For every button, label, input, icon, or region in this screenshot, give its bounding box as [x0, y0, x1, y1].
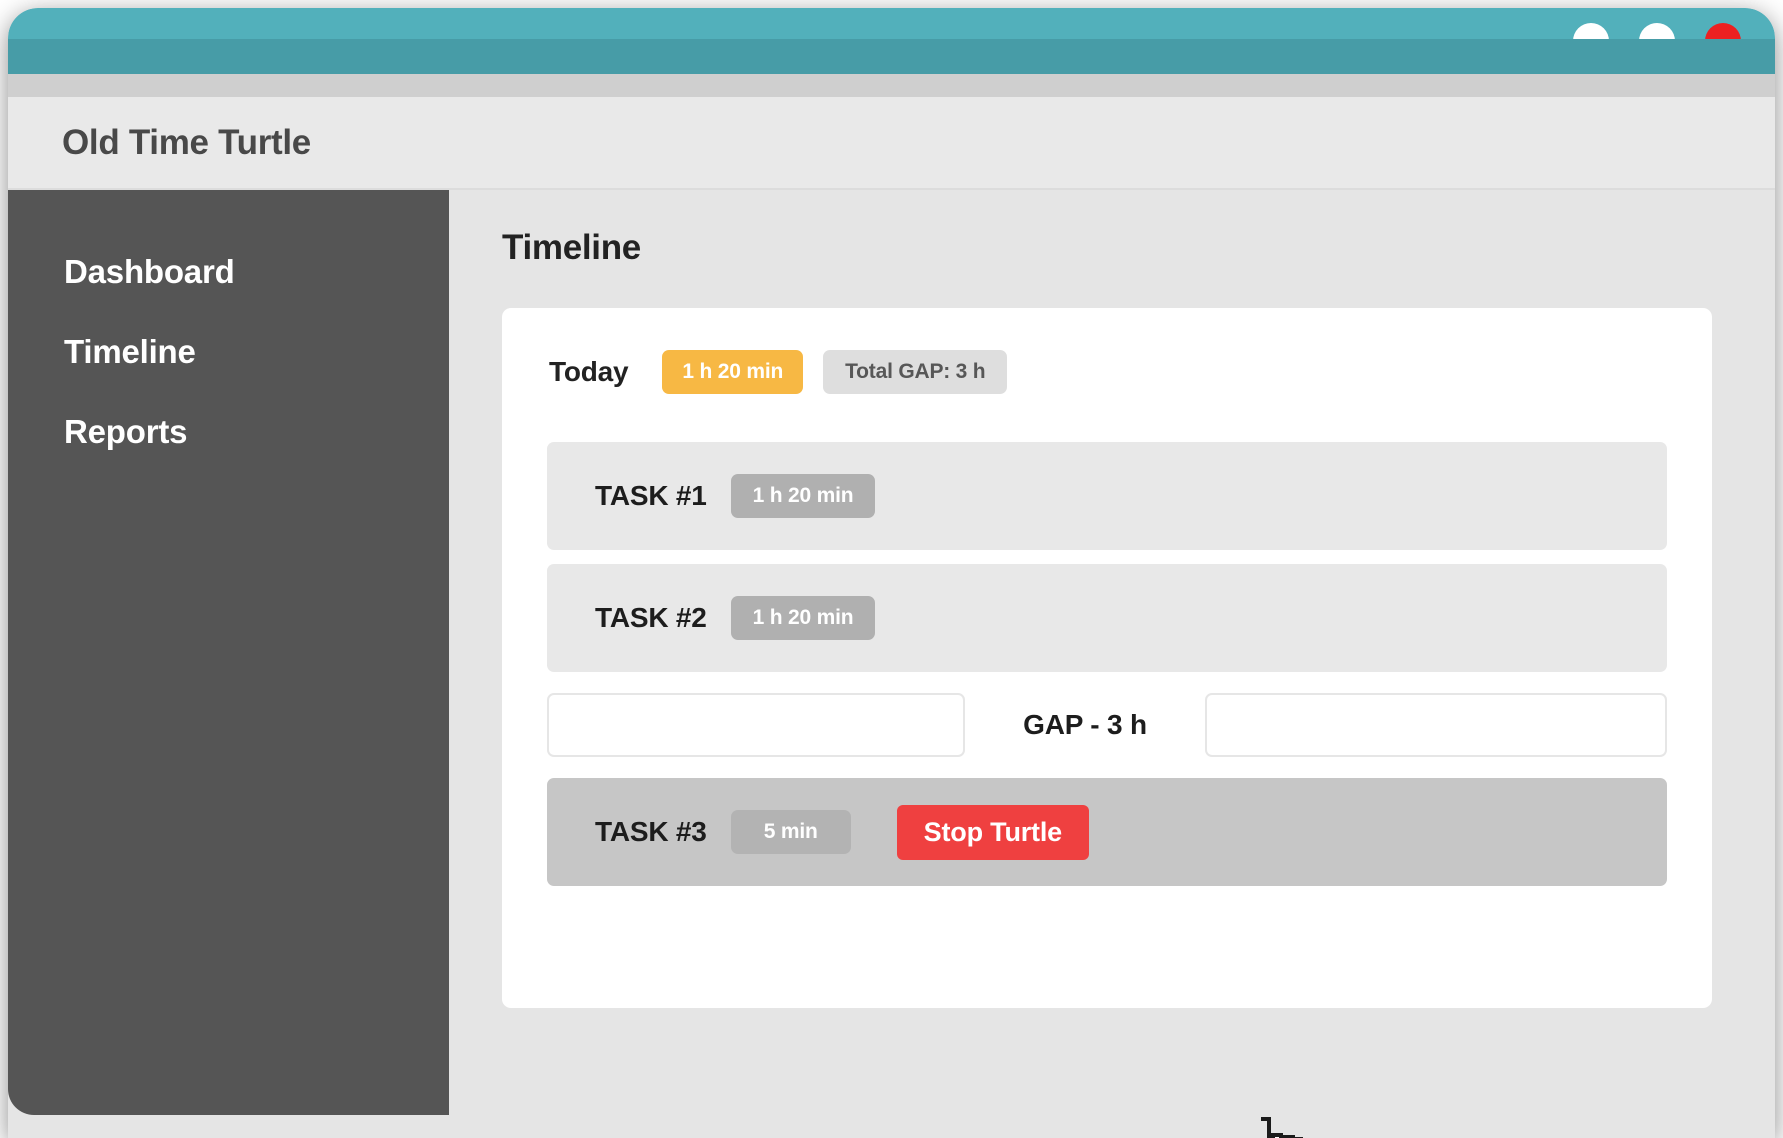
task-name: TASK #2 — [595, 602, 707, 633]
titlebar-lower-strip — [8, 39, 1775, 74]
sidebar-item-timeline[interactable]: Timeline — [8, 312, 449, 392]
content-area: Timeline Today 1 h 20 min Total GAP: 3 h… — [449, 190, 1775, 1138]
window-titlebar[interactable] — [8, 8, 1775, 74]
sidebar-item-reports[interactable]: Reports — [8, 392, 449, 472]
table-row[interactable]: TASK #3 5 min Stop Turtle — [547, 778, 1667, 886]
today-total-gap-badge: Total GAP: 3 h — [823, 350, 1008, 394]
stop-turtle-button[interactable]: Stop Turtle — [896, 804, 1089, 860]
task-duration-badge: 1 h 20 min — [730, 596, 876, 640]
sidebar-item-label: Dashboard — [64, 253, 235, 290]
app-header: Old Time Turtle — [8, 97, 1775, 190]
today-duration-badge: 1 h 20 min — [662, 350, 804, 394]
sidebar: Dashboard Timeline Reports — [8, 190, 449, 1115]
sidebar-item-label: Timeline — [64, 333, 196, 370]
app-body: Dashboard Timeline Reports Timeline Toda… — [8, 190, 1775, 1138]
pointing-hand-cursor — [1241, 1115, 1305, 1138]
gap-label: GAP - 3 h — [1023, 709, 1147, 740]
timeline-card: Today 1 h 20 min Total GAP: 3 h TASK #1 … — [502, 308, 1712, 1008]
table-row[interactable]: TASK #1 1 h 20 min — [547, 442, 1667, 550]
task-name: TASK #3 — [595, 816, 707, 847]
window-frame-band — [8, 74, 1775, 97]
gap-box-right — [1205, 693, 1667, 757]
task-name: TASK #1 — [595, 480, 707, 511]
gap-row: GAP - 3 h — [547, 686, 1667, 764]
task-duration-badge: 5 min — [730, 810, 851, 854]
page-title: Timeline — [502, 228, 641, 267]
sidebar-item-label: Reports — [64, 413, 188, 450]
app-title: Old Time Turtle — [62, 122, 311, 162]
sidebar-item-dashboard[interactable]: Dashboard — [8, 232, 449, 312]
app-window: Old Time Turtle Dashboard Timeline Repor… — [8, 8, 1775, 1138]
today-label: Today — [549, 356, 629, 387]
table-row[interactable]: TASK #2 1 h 20 min — [547, 564, 1667, 672]
gap-box-left — [547, 693, 965, 757]
task-duration-badge: 1 h 20 min — [730, 474, 876, 518]
today-summary-row: Today 1 h 20 min Total GAP: 3 h — [547, 350, 1667, 394]
